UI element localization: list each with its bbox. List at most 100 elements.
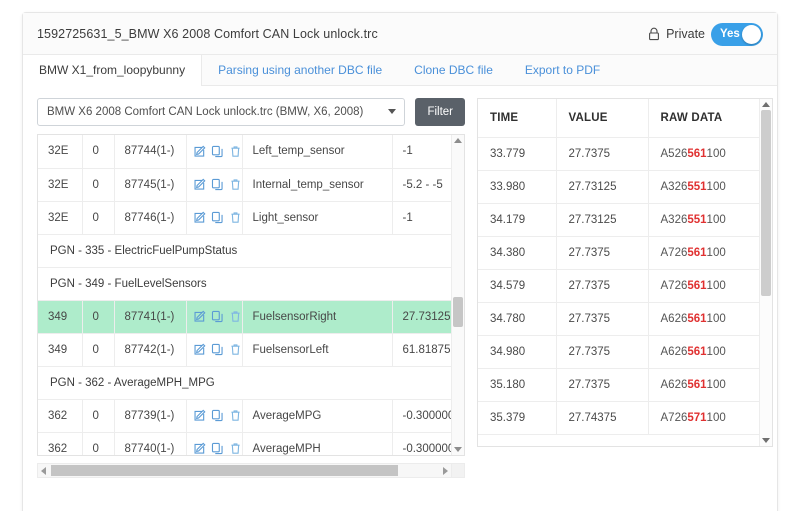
raw-data-table: TIME VALUE RAW DATA 33.77927.7375A526561… [478,99,759,435]
copy-icon[interactable] [211,211,224,224]
table-row[interactable]: 32E087746(1-)Light_sensor-1 [38,201,451,234]
raw-time: 34.579 [478,269,556,302]
table-row[interactable]: 34.17927.73125A326551100 [478,203,759,236]
scroll-down-arrow-icon[interactable] [454,447,462,452]
raw-data-hex: A626561100 [648,302,759,335]
table-row[interactable]: 33.98027.73125A326551100 [478,170,759,203]
scrollbar-thumb-horizontal[interactable] [51,465,398,476]
raw-data-hex: A326551100 [648,203,759,236]
table-row[interactable]: 362087740(1-)AverageMPH-0.300000000 [38,432,451,455]
raw-hex-highlight: 561 [687,346,706,358]
signal-pgn: 349 [38,300,82,333]
signals-vertical-scrollbar[interactable] [451,135,464,455]
filter-button[interactable]: Filter [415,98,465,126]
trash-icon[interactable] [229,145,242,158]
signal-value-range: -0.300000000 [392,399,451,432]
signals-horizontal-scrollbar[interactable] [37,463,465,478]
signal-name: AverageMPG [242,399,392,432]
table-row[interactable]: 34.57927.7375A726561100 [478,269,759,302]
signal-id: 87740(1-) [114,432,186,455]
signals-table-wrapper: 32E087744(1-)Left_temp_sensor-132E087745… [37,134,465,456]
scroll-right-arrow-icon[interactable] [443,467,448,475]
edit-icon[interactable] [193,343,206,356]
signal-name: Left_temp_sensor [242,135,392,168]
signal-index: 0 [82,168,114,201]
row-actions [186,168,242,201]
dbc-file-select[interactable]: BMW X6 2008 Comfort CAN Lock unlock.trc … [37,98,405,126]
trash-icon[interactable] [229,409,242,422]
table-row[interactable]: 35.37927.74375A726571100 [478,401,759,434]
raw-hex-highlight: 561 [687,247,706,259]
raw-data-hex: A726561100 [648,269,759,302]
table-row[interactable]: 35.18027.7375A626561100 [478,368,759,401]
scroll-down-arrow-icon[interactable] [762,438,770,443]
trash-icon[interactable] [229,211,242,224]
table-row[interactable]: 362087739(1-)AverageMPG-0.300000000 [38,399,451,432]
trash-icon[interactable] [229,310,242,323]
raw-hex-suffix: 100 [707,181,726,193]
signal-id: 87739(1-) [114,399,186,432]
scroll-up-arrow-icon[interactable] [762,102,770,107]
trash-icon[interactable] [229,343,242,356]
tab-clone-dbc-file[interactable]: Clone DBC file [398,55,509,85]
trash-icon[interactable] [229,178,242,191]
table-row[interactable]: 349087741(1-)FuelsensorRight27.73125 - 2… [38,300,451,333]
privacy-control-group: Private Yes [648,13,763,55]
tab-export-to-pdf[interactable]: Export to PDF [509,55,616,85]
edit-icon[interactable] [193,211,206,224]
copy-icon[interactable] [211,310,224,323]
scrollbar-thumb[interactable] [453,297,463,327]
copy-icon[interactable] [211,145,224,158]
column-header-value: VALUE [556,99,648,137]
signal-name: Light_sensor [242,201,392,234]
chevron-down-icon [388,109,396,114]
raw-hex-prefix: A626 [661,379,688,391]
copy-icon[interactable] [211,343,224,356]
pgn-group-row: PGN - 349 - FuelLevelSensors [38,267,451,300]
table-row[interactable]: 32E087744(1-)Left_temp_sensor-1 [38,135,451,168]
raw-data-vertical-scrollbar[interactable] [759,99,772,446]
copy-icon[interactable] [211,442,224,455]
signal-id: 87746(1-) [114,201,186,234]
raw-data-hex: A726571100 [648,401,759,434]
copy-icon[interactable] [211,178,224,191]
signal-pgn: 362 [38,432,82,455]
scroll-left-arrow-icon[interactable] [41,467,46,475]
table-row[interactable]: 349087742(1-)FuelsensorLeft61.81875 - 61 [38,333,451,366]
raw-hex-prefix: A326 [661,214,688,226]
signal-pgn: 32E [38,135,82,168]
table-row[interactable]: 34.98027.7375A626561100 [478,335,759,368]
trace-card: 1592725631_5_BMW X6 2008 Comfort CAN Loc… [22,12,778,511]
signal-name: FuelsensorRight [242,300,392,333]
page-title: 1592725631_5_BMW X6 2008 Comfort CAN Loc… [37,27,378,41]
copy-icon[interactable] [211,409,224,422]
column-header-time: TIME [478,99,556,137]
edit-icon[interactable] [193,310,206,323]
raw-value: 27.73125 [556,170,648,203]
signals-panel: BMW X6 2008 Comfort CAN Lock unlock.trc … [37,98,465,478]
signal-pgn: 349 [38,333,82,366]
table-row[interactable]: 34.38027.7375A726561100 [478,236,759,269]
tab-parsing-another-dbc[interactable]: Parsing using another DBC file [202,55,398,85]
raw-time: 34.980 [478,335,556,368]
edit-icon[interactable] [193,442,206,455]
table-row[interactable]: 33.77927.7375A526561100 [478,137,759,170]
scrollbar-thumb[interactable] [761,110,771,296]
edit-icon[interactable] [193,178,206,191]
table-row[interactable]: 32E087745(1-)Internal_temp_sensor-5.2 - … [38,168,451,201]
table-row[interactable]: 34.78027.7375A626561100 [478,302,759,335]
tab-dbc-file[interactable]: BMW X1_from_loopybunny [23,55,202,86]
signal-pgn: 32E [38,201,82,234]
private-toggle[interactable]: Yes [711,23,763,46]
raw-value: 27.74375 [556,401,648,434]
raw-hex-highlight: 571 [687,412,706,424]
trash-icon[interactable] [229,442,242,455]
raw-hex-suffix: 100 [707,379,726,391]
scroll-up-arrow-icon[interactable] [454,138,462,143]
raw-hex-prefix: A726 [661,280,688,292]
signal-name: FuelsensorLeft [242,333,392,366]
edit-icon[interactable] [193,409,206,422]
private-label: Private [666,27,705,41]
raw-hex-highlight: 561 [687,280,706,292]
edit-icon[interactable] [193,145,206,158]
